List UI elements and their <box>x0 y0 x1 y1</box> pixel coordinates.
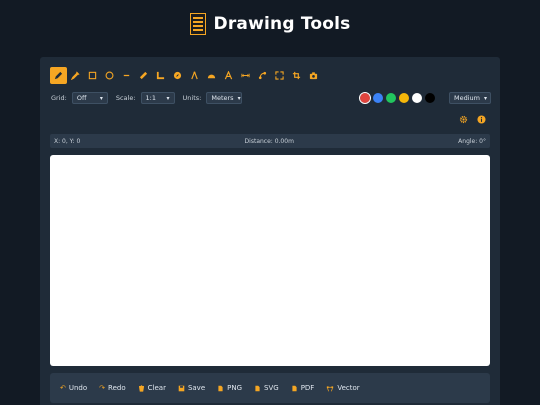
status-bar: X: 0, Y: 0 Distance: 0.00m Angle: 0° <box>50 134 490 148</box>
trash-icon <box>138 384 144 392</box>
text-tool[interactable] <box>220 67 237 84</box>
camera-icon <box>309 72 318 80</box>
compass-icon <box>173 71 182 80</box>
export-png-button[interactable]: PNG <box>217 384 242 392</box>
grid-value: Off <box>76 94 87 102</box>
vector-icon <box>327 385 334 391</box>
coords-readout: X: 0, Y: 0 <box>54 137 81 145</box>
ruler-icon <box>139 71 148 80</box>
protractor-icon <box>207 74 216 79</box>
angle-tool[interactable] <box>152 67 169 84</box>
vector-tool[interactable] <box>254 67 271 84</box>
line-tool[interactable] <box>118 67 135 84</box>
file-pdf-icon <box>292 385 297 391</box>
units-select[interactable]: Meters ▾ <box>206 92 243 104</box>
circle-icon <box>105 71 114 80</box>
page-title: Drawing Tools <box>213 14 351 34</box>
circle-tool[interactable] <box>101 67 118 84</box>
redo-icon: ↷ <box>99 384 106 392</box>
pencil-icon <box>54 71 63 80</box>
distance-readout: Distance: 0.00m <box>244 137 294 145</box>
crop-icon <box>292 71 301 80</box>
drafting-compass-icon <box>191 71 198 80</box>
marker-tool[interactable] <box>67 67 84 84</box>
size-value: Medium <box>454 94 480 102</box>
settings-icons <box>459 115 486 124</box>
floppy-icon <box>178 385 185 391</box>
gear-icon[interactable] <box>459 115 468 124</box>
clear-label: Clear <box>147 384 166 392</box>
color-swatches <box>359 91 435 105</box>
svg-label: SVG <box>264 384 279 392</box>
swatch-blue[interactable] <box>373 93 383 103</box>
crop-tool[interactable] <box>288 67 305 84</box>
action-bar: ↶ Undo ↷ Redo Clear Save PNG SVG PDF Vec… <box>50 373 490 403</box>
save-label: Save <box>187 384 206 392</box>
tool-toolbar <box>50 67 322 84</box>
angle-readout: Angle: 0° <box>458 137 486 145</box>
drafting-compass-tool[interactable] <box>186 67 203 84</box>
easel-logo-icon <box>189 13 206 35</box>
undo-label: Undo <box>68 384 88 392</box>
scale-label: Scale: <box>115 94 136 102</box>
options-row: Grid: Off ▾ Scale: 1:1 ▾ Units: Meters ▾… <box>51 91 491 105</box>
grid-select[interactable]: Off ▾ <box>71 92 108 104</box>
chevron-down-icon: ▾ <box>99 94 103 102</box>
scale-select[interactable]: 1:1 ▾ <box>140 92 175 104</box>
text-a-icon <box>224 71 233 80</box>
png-label: PNG <box>227 384 243 392</box>
swatch-yellow[interactable] <box>399 93 409 103</box>
dimension-tool[interactable] <box>237 67 254 84</box>
redo-label: Redo <box>108 384 126 392</box>
ruler-tool[interactable] <box>135 67 152 84</box>
undo-button[interactable]: ↶ Undo <box>60 384 87 392</box>
camera-tool[interactable] <box>305 67 322 84</box>
swatch-green[interactable] <box>386 93 396 103</box>
save-button[interactable]: Save <box>178 384 205 392</box>
file-code-icon <box>255 385 260 391</box>
export-vector-button[interactable]: Vector <box>326 384 360 392</box>
undo-icon: ↶ <box>60 384 66 392</box>
square-icon <box>88 71 97 80</box>
swatch-white[interactable] <box>412 93 422 103</box>
arrows-h-icon <box>241 73 250 78</box>
bezier-icon <box>258 71 267 80</box>
export-svg-button[interactable]: SVG <box>254 384 279 392</box>
protractor-tool[interactable] <box>203 67 220 84</box>
chevron-down-icon: ▾ <box>166 94 170 102</box>
pencil-tool[interactable] <box>50 67 67 84</box>
chevron-down-icon: ▾ <box>484 94 488 102</box>
l-ruler-icon <box>156 71 165 80</box>
units-label: Units: <box>182 94 202 102</box>
pdf-label: PDF <box>300 384 315 392</box>
info-icon[interactable] <box>477 115 486 124</box>
expand-tool[interactable] <box>271 67 288 84</box>
size-select[interactable]: Medium ▾ <box>449 92 491 104</box>
grid-label: Grid: <box>51 94 67 102</box>
chevron-down-icon: ▾ <box>237 94 241 102</box>
redo-button[interactable]: ↷ Redo <box>99 384 125 392</box>
app-header: Drawing Tools <box>0 10 540 38</box>
swatch-black[interactable] <box>425 93 435 103</box>
line-icon <box>123 74 130 77</box>
clear-button[interactable]: Clear <box>138 384 166 392</box>
swatch-red[interactable] <box>359 92 371 104</box>
scale-value: 1:1 <box>145 94 156 102</box>
file-image-icon <box>218 385 223 391</box>
drawing-canvas[interactable] <box>50 155 490 366</box>
drawing-panel: Grid: Off ▾ Scale: 1:1 ▾ Units: Meters ▾… <box>40 57 500 405</box>
rectangle-tool[interactable] <box>84 67 101 84</box>
vector-label: Vector <box>337 384 360 392</box>
export-pdf-button[interactable]: PDF <box>291 384 315 392</box>
units-value: Meters <box>211 94 234 102</box>
expand-icon <box>275 71 284 80</box>
marker-icon <box>71 71 80 80</box>
compass-tool[interactable] <box>169 67 186 84</box>
